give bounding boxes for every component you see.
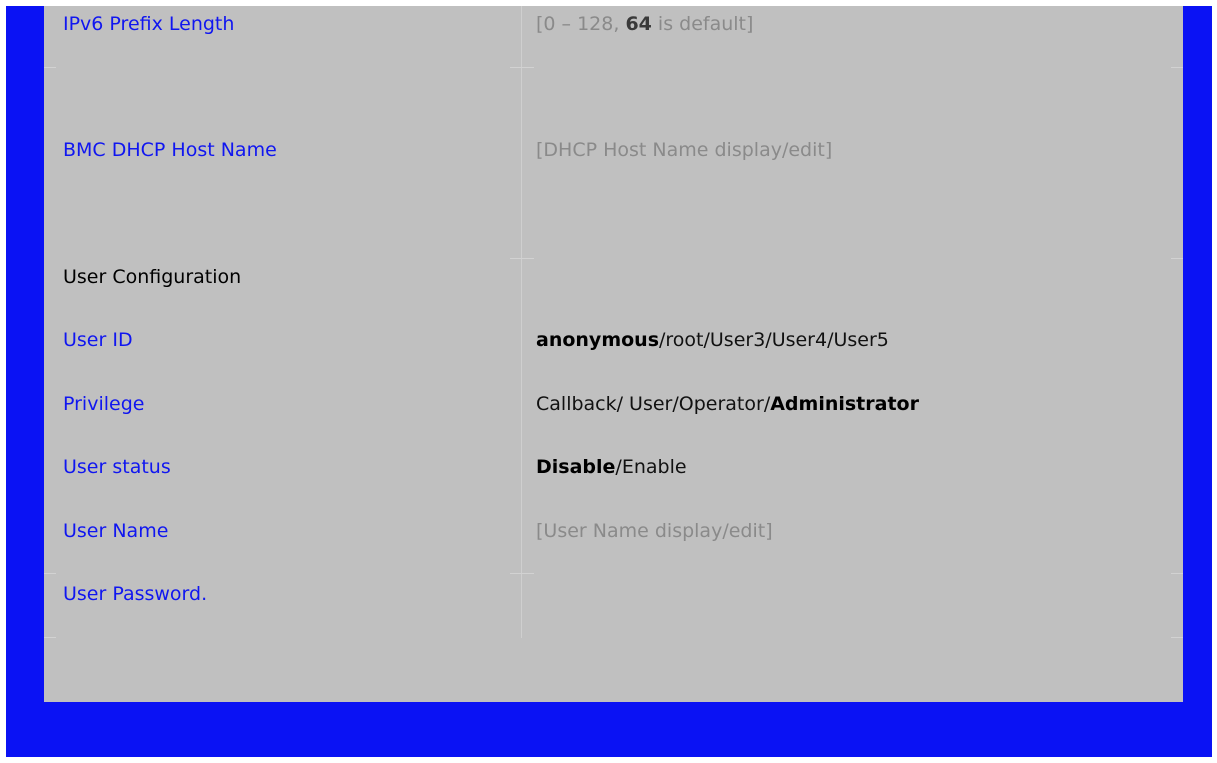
user-configuration-heading: User Configuration bbox=[63, 266, 242, 288]
privilege-row[interactable]: Privilege Callback/ User/Operator/Admini… bbox=[44, 389, 1183, 419]
ipv6-prefix-hint-start: [0 – 128, bbox=[536, 13, 626, 35]
user-id-label[interactable]: User ID bbox=[63, 325, 133, 355]
user-id-options[interactable]: anonymous/root/User3/User4/User5 bbox=[536, 325, 889, 355]
bmc-dhcp-host-name-label[interactable]: BMC DHCP Host Name bbox=[63, 135, 277, 165]
user-name-label[interactable]: User Name bbox=[63, 516, 168, 546]
row-separator bbox=[1171, 637, 1183, 638]
user-status-row[interactable]: User status Disable/Enable bbox=[44, 452, 1183, 482]
user-status-other-options: /Enable bbox=[615, 456, 687, 478]
user-status-selected: Disable bbox=[536, 456, 616, 478]
ipv6-prefix-default-value: 64 bbox=[625, 13, 652, 35]
row-separator bbox=[1171, 573, 1183, 574]
ipv6-prefix-length-hint: [0 – 128, 64 is default] bbox=[536, 9, 753, 39]
user-id-other-options: /root/User3/User4/User5 bbox=[659, 329, 889, 351]
ipv6-prefix-hint-end: is default] bbox=[651, 13, 754, 35]
user-status-options[interactable]: Disable/Enable bbox=[536, 452, 687, 482]
bmc-dhcp-host-name-row[interactable]: BMC DHCP Host Name [DHCP Host Name displ… bbox=[44, 135, 1183, 165]
row-separator bbox=[510, 67, 534, 68]
privilege-label[interactable]: Privilege bbox=[63, 389, 144, 419]
user-status-label[interactable]: User status bbox=[63, 452, 171, 482]
user-name-row[interactable]: User Name [User Name display/edit] bbox=[44, 516, 1183, 546]
row-separator bbox=[1171, 67, 1183, 68]
row-separator bbox=[510, 573, 534, 574]
row-separator bbox=[510, 258, 534, 259]
row-separator bbox=[44, 67, 56, 68]
user-name-hint: [User Name display/edit] bbox=[536, 520, 773, 542]
user-configuration-section: User Configuration bbox=[44, 262, 1183, 292]
dhcp-host-name-hint: [DHCP Host Name display/edit] bbox=[536, 139, 833, 161]
privilege-selected: Administrator bbox=[770, 393, 919, 415]
privilege-options[interactable]: Callback/ User/Operator/Administrator bbox=[536, 389, 919, 419]
user-password-row[interactable]: User Password. bbox=[44, 579, 1183, 609]
ipv6-prefix-length-row[interactable]: IPv6 Prefix Length [0 – 128, 64 is defau… bbox=[44, 9, 1183, 39]
user-id-row[interactable]: User ID anonymous/root/User3/User4/User5 bbox=[44, 325, 1183, 355]
row-separator bbox=[44, 573, 56, 574]
row-separator bbox=[1171, 258, 1183, 259]
user-password-label[interactable]: User Password. bbox=[63, 579, 207, 609]
user-id-selected: anonymous bbox=[536, 329, 659, 351]
privilege-other-options: Callback/ User/Operator/ bbox=[536, 393, 771, 415]
ipv6-prefix-length-label[interactable]: IPv6 Prefix Length bbox=[63, 9, 234, 39]
row-separator bbox=[44, 637, 56, 638]
